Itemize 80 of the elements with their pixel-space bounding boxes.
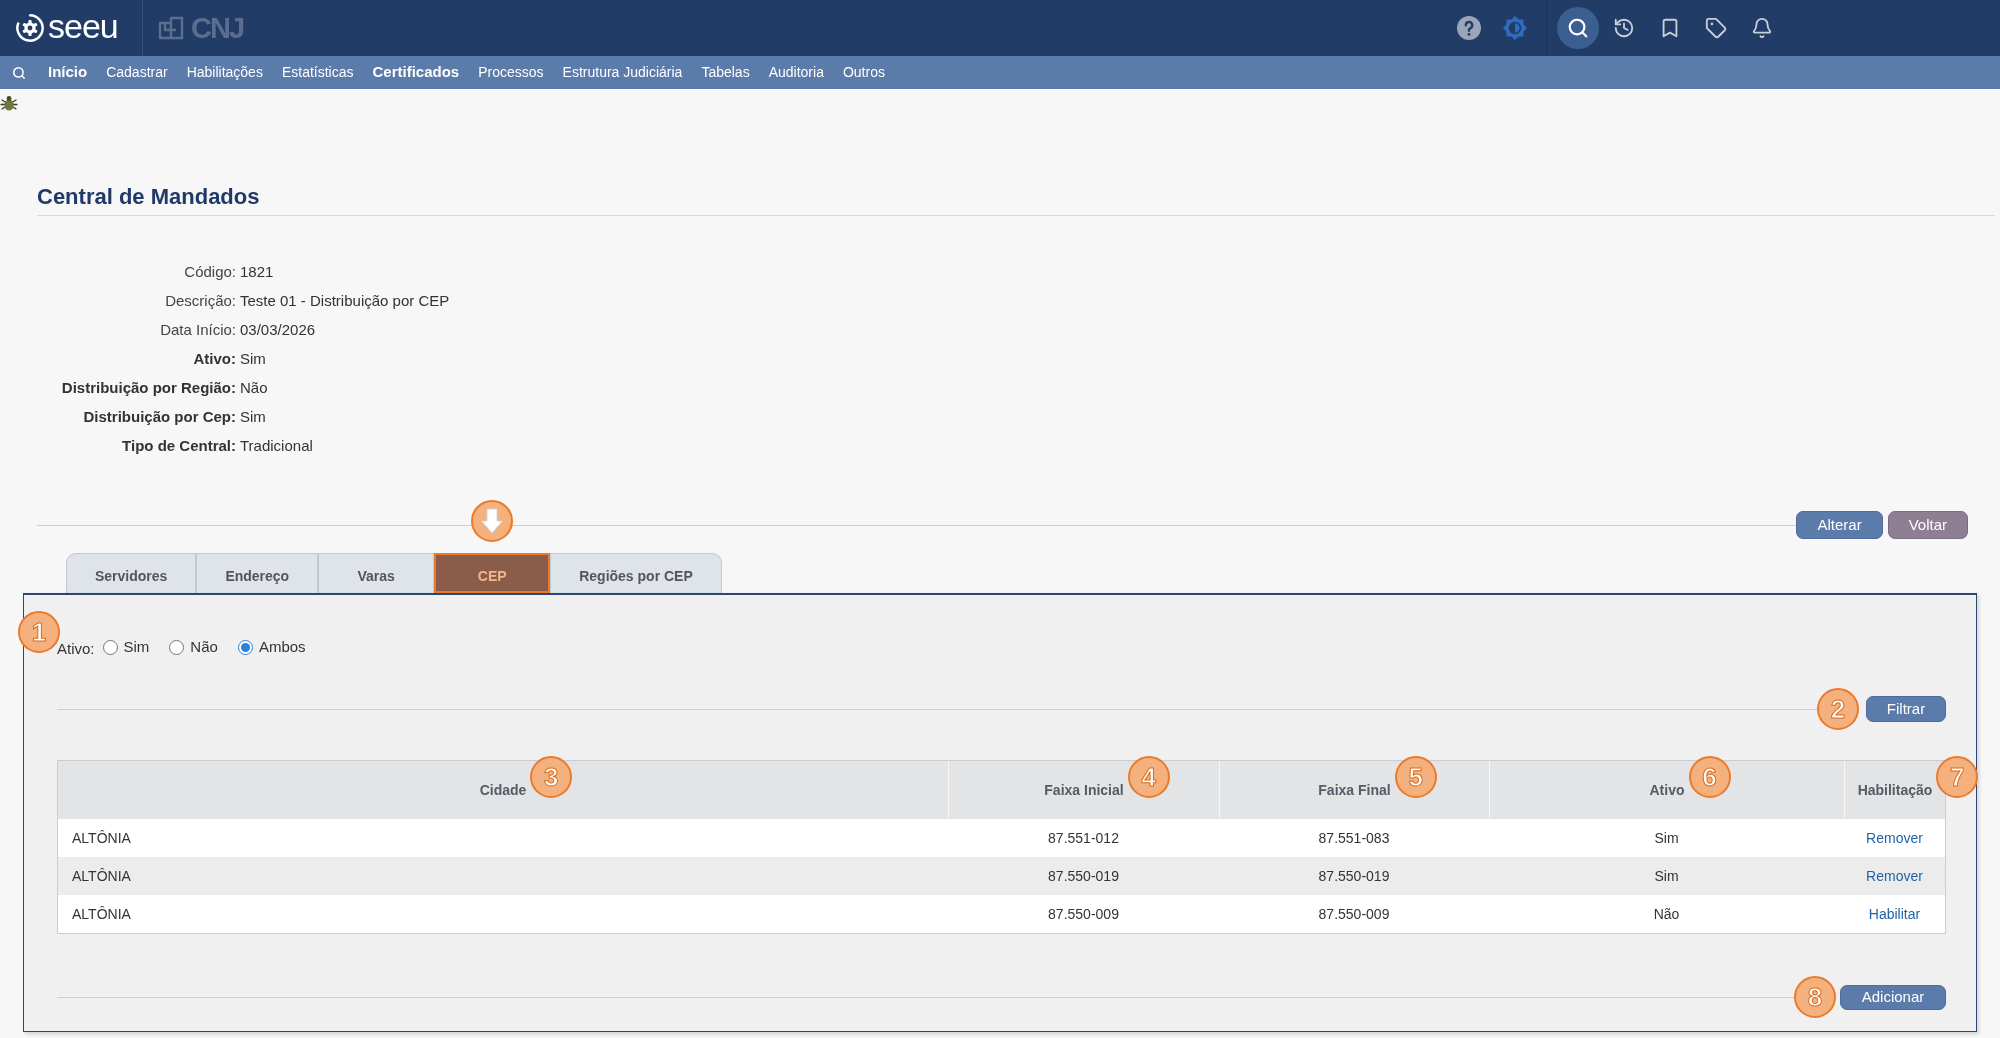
add-button[interactable]: Adicionar	[1840, 984, 1946, 1010]
action-link[interactable]: Remover	[1866, 827, 1923, 849]
field-label: Descrição:	[165, 291, 236, 312]
callout-number: 6	[1688, 756, 1731, 798]
menu-item[interactable]: Habilitações	[186, 62, 263, 83]
bell-icon	[1751, 17, 1773, 39]
field-label: Data Início:	[160, 320, 236, 341]
table-cell-text: Sim	[1653, 828, 1680, 848]
callout-number: 2	[1817, 688, 1859, 730]
brightness-icon	[1503, 16, 1527, 40]
tab[interactable]: Varas	[318, 553, 435, 593]
table-cell-text: Sim	[1653, 866, 1680, 886]
squares-icon	[157, 14, 185, 42]
field-label: Ativo:	[193, 349, 236, 370]
radio-button[interactable]	[237, 639, 253, 655]
callout-number: 3	[530, 756, 573, 798]
table-cell-text: 87.550-009	[1317, 904, 1391, 924]
field-value: Não	[240, 378, 268, 399]
radio-label: Não	[190, 636, 218, 657]
field-label: Código:	[184, 262, 236, 283]
search-icon	[12, 65, 26, 80]
tab[interactable]: Regiões por CEP	[550, 553, 722, 593]
filter-button[interactable]: Filtrar	[1866, 696, 1946, 722]
menu-item[interactable]: Certificados	[372, 61, 460, 84]
action-link[interactable]: Remover	[1866, 865, 1923, 887]
table-cell-text: ALTÔNIA	[71, 828, 132, 848]
callout-number: 7	[1936, 756, 1979, 798]
menu-item[interactable]: Outros	[842, 62, 885, 83]
tab[interactable]: Endereço	[196, 553, 319, 593]
callout-number: 5	[1394, 756, 1437, 798]
search-button[interactable]	[1557, 7, 1599, 49]
action-button[interactable]: Voltar	[1887, 511, 1968, 539]
history-icon	[1613, 17, 1635, 39]
field-value: Tradicional	[240, 436, 313, 457]
action-link[interactable]: Habilitar	[1868, 903, 1921, 925]
radio-label: Ambos	[258, 636, 306, 657]
table-cell-text: 87.551-083	[1317, 828, 1391, 848]
action-button[interactable]: Alterar	[1796, 511, 1883, 539]
menu-item[interactable]: Estrutura Judiciária	[562, 62, 683, 83]
table-cell-text: 87.550-019	[1047, 866, 1120, 886]
field-value: Sim	[240, 407, 266, 428]
help-icon	[1457, 16, 1481, 40]
column-header: Faixa Inicial	[1044, 782, 1124, 798]
callout-number: 4	[1127, 756, 1170, 798]
column-header: Ativo	[1649, 782, 1685, 798]
tab[interactable]: Servidores	[66, 553, 197, 593]
table-cell-text: 87.550-019	[1317, 866, 1391, 886]
search-icon	[1567, 17, 1589, 39]
menu-item[interactable]: Processos	[478, 62, 544, 83]
menu-item[interactable]: Tabelas	[701, 62, 750, 83]
radio-button[interactable]	[169, 639, 185, 655]
column-header: Faixa Final	[1318, 782, 1391, 798]
field-value: Teste 01 - Distribuição por CEP	[240, 291, 450, 312]
table-cell-text: Não	[1652, 904, 1681, 924]
tab[interactable]: CEP	[434, 553, 551, 593]
table-cell-text: 87.551-012	[1047, 828, 1120, 848]
tag-icon	[1705, 17, 1727, 39]
table-cell-text: ALTÔNIA	[71, 866, 132, 886]
beetle-icon	[0, 94, 18, 112]
field-value: 03/03/2026	[240, 320, 316, 341]
page-title: Central de Mandados	[37, 183, 261, 211]
column-header: Cidade	[479, 782, 527, 798]
field-label: Distribuição por Região:	[61, 378, 236, 399]
radio-button[interactable]	[102, 639, 118, 655]
menu-item[interactable]: Início	[48, 61, 88, 84]
logo-text: seeu	[48, 9, 118, 47]
menu-item[interactable]: Auditoria	[768, 62, 824, 83]
menu-item[interactable]: Cadastrar	[106, 62, 168, 83]
table-cell-text: 87.550-009	[1047, 904, 1120, 924]
callout-number: 8	[1794, 976, 1836, 1018]
table-cell-text: ALTÔNIA	[71, 904, 132, 924]
gear-icon	[15, 13, 45, 43]
field-value: Sim	[240, 349, 266, 370]
radio-label: Sim	[123, 636, 150, 657]
field-label: Tipo de Central:	[122, 436, 236, 457]
field-label: Distribuição por Cep:	[83, 407, 236, 428]
menu-item[interactable]: Estatísticas	[281, 62, 354, 83]
field-value: 1821	[240, 262, 274, 283]
column-header: Habilitação	[1857, 782, 1933, 798]
partner-logo-text: CNJ	[191, 13, 243, 43]
